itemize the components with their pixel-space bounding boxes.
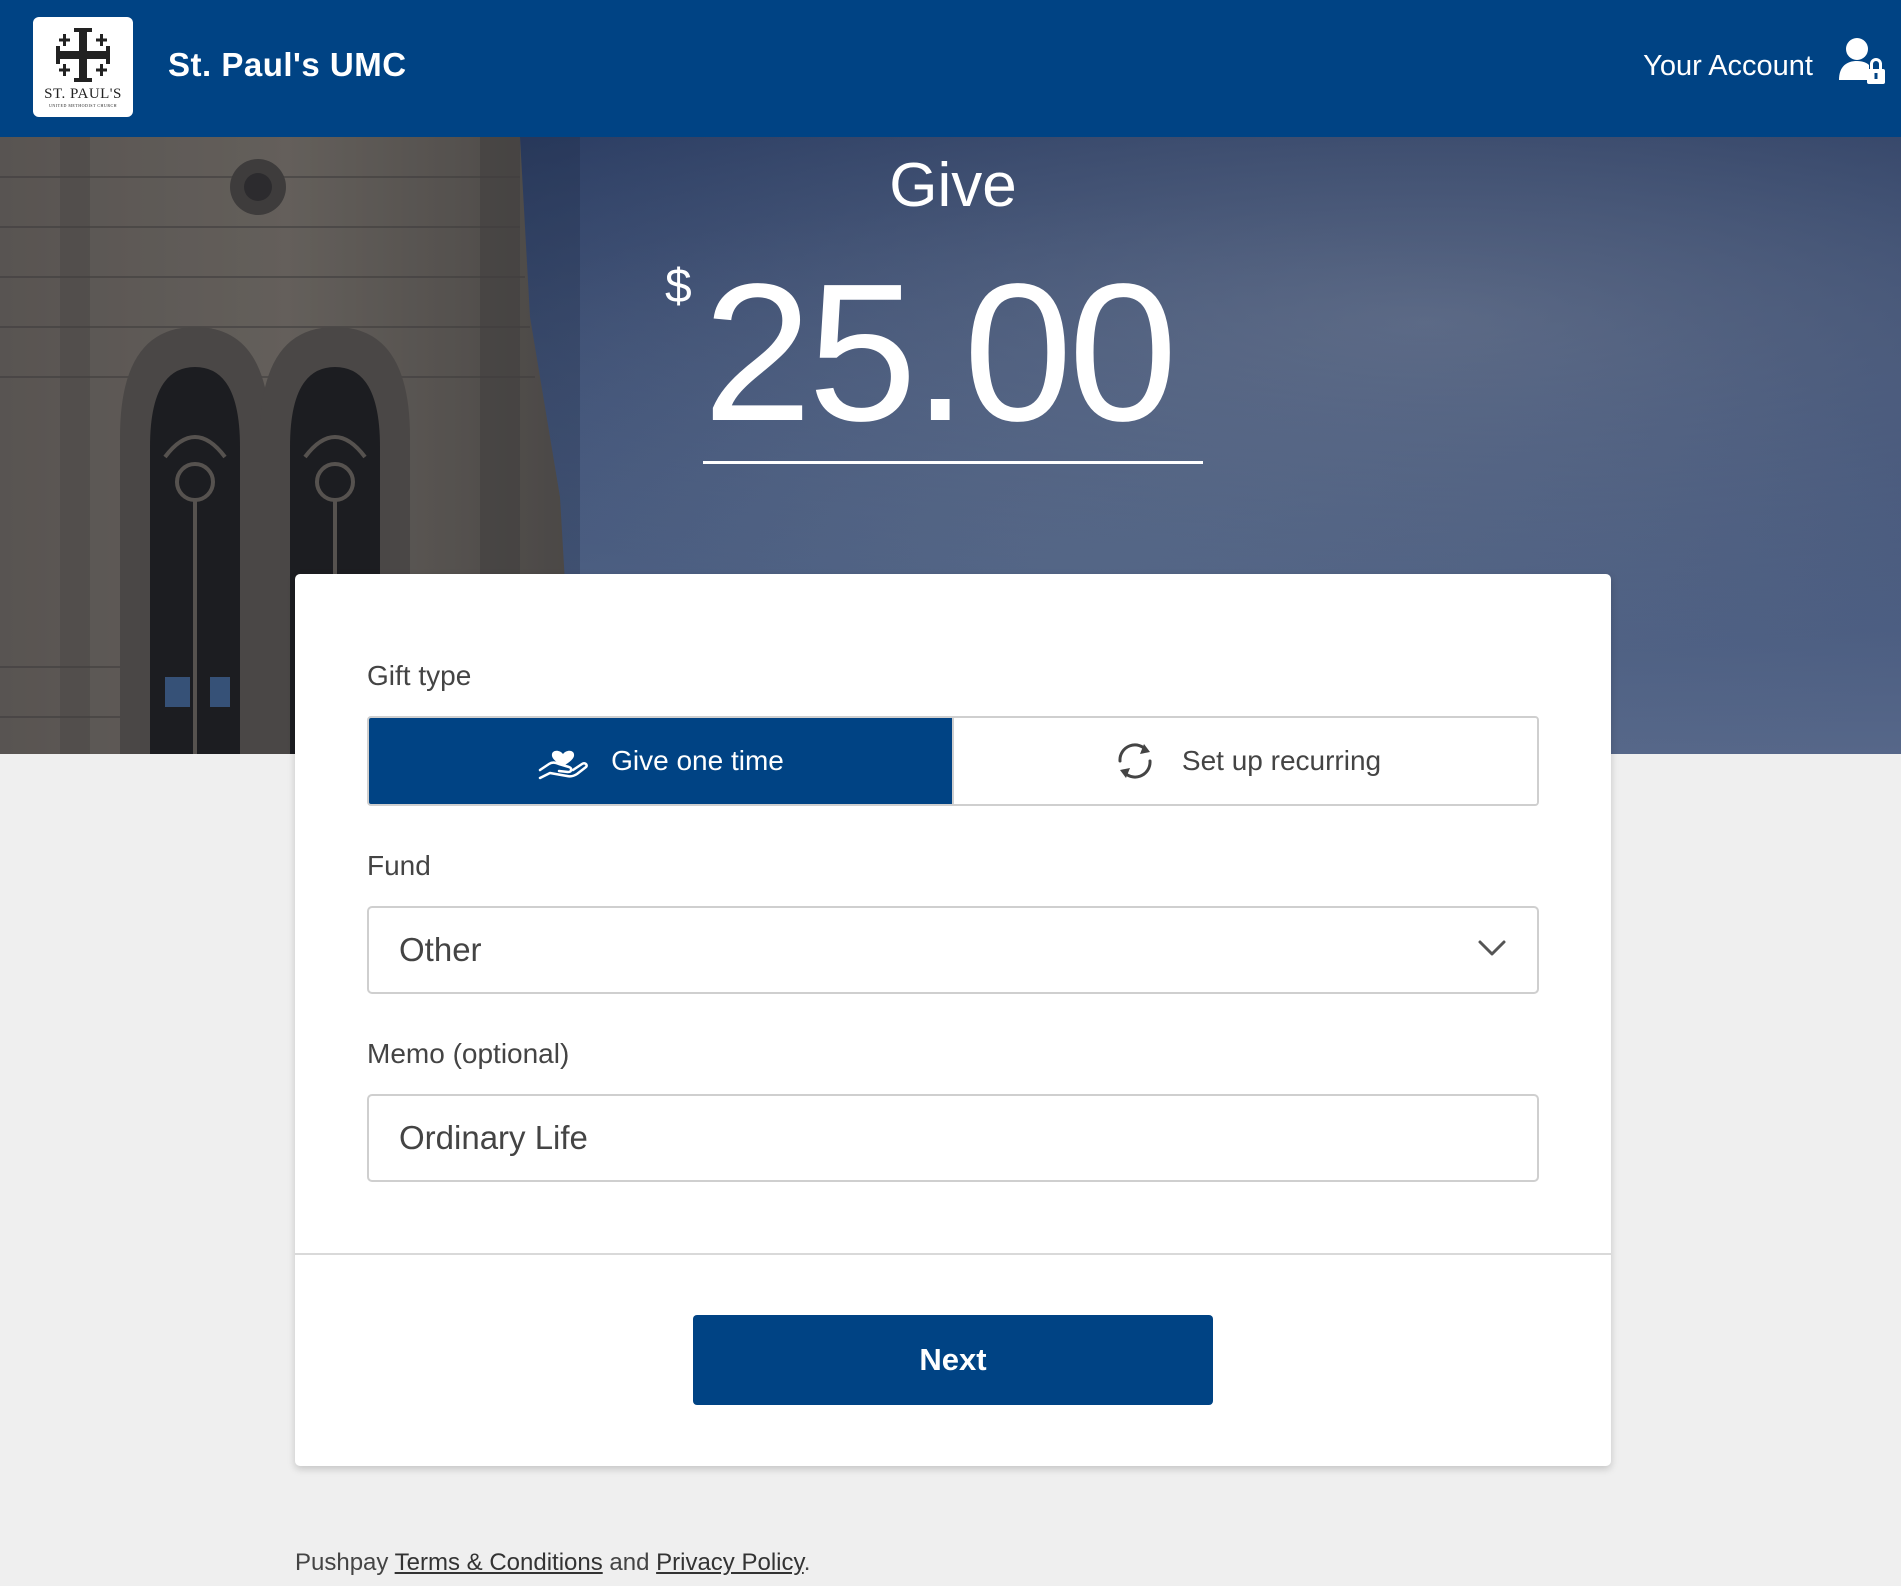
logo-subtext: UNITED METHODIST CHURCH bbox=[48, 103, 118, 108]
amount-underline bbox=[703, 461, 1203, 464]
currency-symbol: $ bbox=[665, 260, 692, 313]
recurring-arrows-icon bbox=[1118, 743, 1152, 779]
chevron-down-icon bbox=[1478, 940, 1506, 956]
footer-prefix: Pushpay bbox=[295, 1549, 389, 1576]
hand-heart-icon bbox=[538, 750, 589, 780]
memo-value: Ordinary Life bbox=[399, 1119, 588, 1156]
org-name: St. Paul's UMC bbox=[168, 46, 407, 83]
logo-text: ST. PAUL'S bbox=[44, 86, 122, 102]
account-lock-icon[interactable] bbox=[1835, 36, 1889, 88]
give-one-time-button[interactable]: Give one time bbox=[369, 718, 952, 804]
footer-and: and bbox=[609, 1549, 650, 1576]
gift-form-card: Gift type Give one time Set up recurring… bbox=[295, 574, 1611, 1466]
jerusalem-cross-icon bbox=[56, 28, 110, 82]
fund-label: Fund bbox=[367, 850, 431, 881]
memo-label: Memo (optional) bbox=[367, 1038, 570, 1069]
give-one-time-label: Give one time bbox=[611, 745, 784, 776]
memo-input[interactable]: Ordinary Life bbox=[367, 1094, 1539, 1182]
next-button[interactable]: Next bbox=[693, 1315, 1213, 1405]
fund-select[interactable]: Other bbox=[367, 906, 1539, 994]
set-up-recurring-label: Set up recurring bbox=[1181, 745, 1382, 776]
terms-conditions-link[interactable]: Terms & Conditions bbox=[395, 1549, 603, 1576]
amount-value[interactable]: 25.00 bbox=[703, 255, 1177, 451]
gift-type-toggle: Give one time Set up recurring bbox=[367, 716, 1539, 806]
footer-suffix: . bbox=[803, 1549, 811, 1576]
privacy-policy-link[interactable]: Privacy Policy bbox=[656, 1549, 804, 1576]
card-divider bbox=[295, 1253, 1611, 1255]
set-up-recurring-button[interactable]: Set up recurring bbox=[952, 718, 1537, 804]
gift-type-label: Gift type bbox=[367, 660, 472, 691]
your-account-link[interactable]: Your Account bbox=[1643, 50, 1813, 83]
give-title: Give bbox=[889, 151, 1017, 220]
footer-legal: Pushpay Terms & Conditions and Privacy P… bbox=[295, 1549, 810, 1577]
amount-input[interactable]: $ 25.00 bbox=[665, 255, 1205, 465]
fund-selected-value: Other bbox=[399, 931, 482, 968]
top-bar: ST. PAUL'S UNITED METHODIST CHURCH St. P… bbox=[0, 0, 1901, 137]
church-logo[interactable]: ST. PAUL'S UNITED METHODIST CHURCH bbox=[33, 17, 133, 117]
